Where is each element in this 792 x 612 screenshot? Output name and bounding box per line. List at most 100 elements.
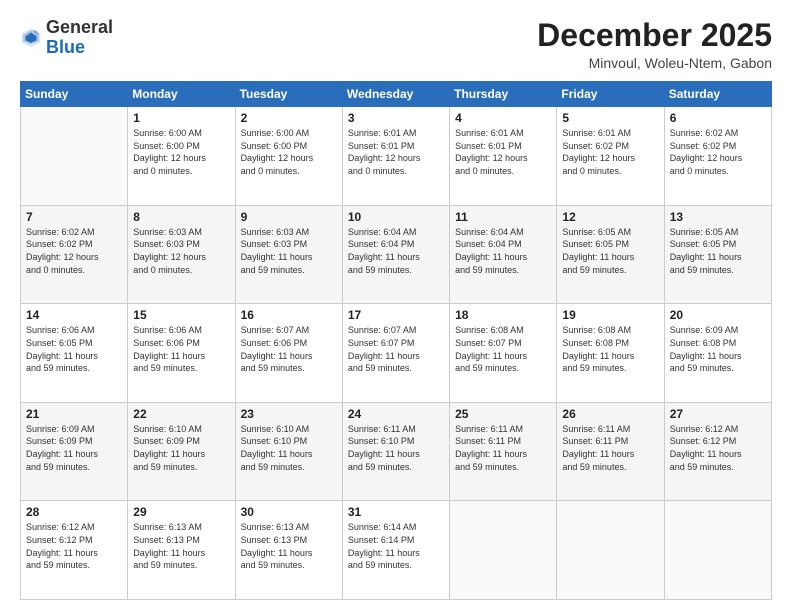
calendar-cell: 5 Sunrise: 6:01 AM Sunset: 6:02 PM Daylig…: [557, 107, 664, 206]
calendar: SundayMondayTuesdayWednesdayThursdayFrid…: [20, 81, 772, 600]
calendar-cell: 14 Sunrise: 6:06 AM Sunset: 6:05 PM Dayli…: [21, 304, 128, 403]
day-info: Sunrise: 6:06 AM Sunset: 6:05 PM Dayligh…: [26, 324, 122, 374]
calendar-cell: 28 Sunrise: 6:12 AM Sunset: 6:12 PM Dayli…: [21, 501, 128, 600]
day-number: 15: [133, 308, 229, 322]
day-number: 18: [455, 308, 551, 322]
day-number: 27: [670, 407, 766, 421]
day-number: 14: [26, 308, 122, 322]
day-number: 8: [133, 210, 229, 224]
day-header-saturday: Saturday: [664, 82, 771, 107]
calendar-cell: 8 Sunrise: 6:03 AM Sunset: 6:03 PM Daylig…: [128, 205, 235, 304]
calendar-week-row: 14 Sunrise: 6:06 AM Sunset: 6:05 PM Dayli…: [21, 304, 772, 403]
calendar-cell: 23Sunrise: 6:10 AM Sunset: 6:10 PM Dayli…: [235, 402, 342, 501]
day-info: Sunrise: 6:08 AM Sunset: 6:08 PM Dayligh…: [562, 324, 658, 374]
calendar-week-row: 28 Sunrise: 6:12 AM Sunset: 6:12 PM Dayli…: [21, 501, 772, 600]
calendar-cell: 18 Sunrise: 6:08 AM Sunset: 6:07 PM Dayli…: [450, 304, 557, 403]
calendar-cell: 2 Sunrise: 6:00 AM Sunset: 6:00 PM Daylig…: [235, 107, 342, 206]
day-info: Sunrise: 6:14 AM Sunset: 6:14 PM Dayligh…: [348, 521, 444, 571]
day-number: 1: [133, 111, 229, 125]
day-info: Sunrise: 6:12 AM Sunset: 6:12 PM Dayligh…: [26, 521, 122, 571]
day-info: Sunrise: 6:05 AM Sunset: 6:05 PM Dayligh…: [562, 226, 658, 276]
day-number: 12: [562, 210, 658, 224]
day-number: 24: [348, 407, 444, 421]
day-number: 7: [26, 210, 122, 224]
calendar-cell: 11 Sunrise: 6:04 AM Sunset: 6:04 PM Dayli…: [450, 205, 557, 304]
logo-general: General: [46, 18, 113, 38]
day-info: Sunrise: 6:01 AM Sunset: 6:02 PM Dayligh…: [562, 127, 658, 177]
title-block: December 2025 Minvoul, Woleu-Ntem, Gabon: [537, 18, 772, 71]
day-number: 28: [26, 505, 122, 519]
day-number: 30: [241, 505, 337, 519]
day-info: Sunrise: 6:11 AM Sunset: 6:11 PM Dayligh…: [455, 423, 551, 473]
day-info: Sunrise: 6:02 AM Sunset: 6:02 PM Dayligh…: [670, 127, 766, 177]
calendar-cell: 13Sunrise: 6:05 AM Sunset: 6:05 PM Dayli…: [664, 205, 771, 304]
day-number: 16: [241, 308, 337, 322]
calendar-cell: 4Sunrise: 6:01 AM Sunset: 6:01 PM Daylig…: [450, 107, 557, 206]
page: General Blue December 2025 Minvoul, Wole…: [0, 0, 792, 612]
calendar-cell: 29Sunrise: 6:13 AM Sunset: 6:13 PM Dayli…: [128, 501, 235, 600]
day-header-monday: Monday: [128, 82, 235, 107]
header: General Blue December 2025 Minvoul, Wole…: [20, 18, 772, 71]
day-info: Sunrise: 6:08 AM Sunset: 6:07 PM Dayligh…: [455, 324, 551, 374]
calendar-cell: 25Sunrise: 6:11 AM Sunset: 6:11 PM Dayli…: [450, 402, 557, 501]
day-header-thursday: Thursday: [450, 82, 557, 107]
day-header-sunday: Sunday: [21, 82, 128, 107]
day-info: Sunrise: 6:07 AM Sunset: 6:06 PM Dayligh…: [241, 324, 337, 374]
calendar-cell: 12 Sunrise: 6:05 AM Sunset: 6:05 PM Dayli…: [557, 205, 664, 304]
day-info: Sunrise: 6:01 AM Sunset: 6:01 PM Dayligh…: [348, 127, 444, 177]
logo-blue: Blue: [46, 38, 113, 58]
day-number: 21: [26, 407, 122, 421]
calendar-cell: 7 Sunrise: 6:02 AM Sunset: 6:02 PM Daylig…: [21, 205, 128, 304]
day-info: Sunrise: 6:04 AM Sunset: 6:04 PM Dayligh…: [455, 226, 551, 276]
calendar-week-row: 1 Sunrise: 6:00 AM Sunset: 6:00 PM Daylig…: [21, 107, 772, 206]
day-number: 5: [562, 111, 658, 125]
day-number: 11: [455, 210, 551, 224]
day-number: 26: [562, 407, 658, 421]
calendar-cell: 22 Sunrise: 6:10 AM Sunset: 6:09 PM Dayli…: [128, 402, 235, 501]
calendar-cell: 26 Sunrise: 6:11 AM Sunset: 6:11 PM Dayli…: [557, 402, 664, 501]
day-number: 10: [348, 210, 444, 224]
day-info: Sunrise: 6:07 AM Sunset: 6:07 PM Dayligh…: [348, 324, 444, 374]
day-number: 2: [241, 111, 337, 125]
day-header-friday: Friday: [557, 82, 664, 107]
calendar-cell: 30 Sunrise: 6:13 AM Sunset: 6:13 PM Dayli…: [235, 501, 342, 600]
calendar-cell: [21, 107, 128, 206]
calendar-cell: 1 Sunrise: 6:00 AM Sunset: 6:00 PM Daylig…: [128, 107, 235, 206]
day-info: Sunrise: 6:03 AM Sunset: 6:03 PM Dayligh…: [133, 226, 229, 276]
day-number: 23: [241, 407, 337, 421]
calendar-cell: [557, 501, 664, 600]
calendar-cell: 16 Sunrise: 6:07 AM Sunset: 6:06 PM Dayli…: [235, 304, 342, 403]
day-header-wednesday: Wednesday: [342, 82, 449, 107]
calendar-cell: 24Sunrise: 6:11 AM Sunset: 6:10 PM Dayli…: [342, 402, 449, 501]
calendar-cell: 19Sunrise: 6:08 AM Sunset: 6:08 PM Dayli…: [557, 304, 664, 403]
day-info: Sunrise: 6:11 AM Sunset: 6:11 PM Dayligh…: [562, 423, 658, 473]
day-number: 3: [348, 111, 444, 125]
calendar-cell: 31Sunrise: 6:14 AM Sunset: 6:14 PM Dayli…: [342, 501, 449, 600]
calendar-cell: 6Sunrise: 6:02 AM Sunset: 6:02 PM Daylig…: [664, 107, 771, 206]
calendar-week-row: 7 Sunrise: 6:02 AM Sunset: 6:02 PM Daylig…: [21, 205, 772, 304]
day-info: Sunrise: 6:04 AM Sunset: 6:04 PM Dayligh…: [348, 226, 444, 276]
day-info: Sunrise: 6:09 AM Sunset: 6:09 PM Dayligh…: [26, 423, 122, 473]
day-info: Sunrise: 6:01 AM Sunset: 6:01 PM Dayligh…: [455, 127, 551, 177]
calendar-week-row: 21 Sunrise: 6:09 AM Sunset: 6:09 PM Dayli…: [21, 402, 772, 501]
calendar-cell: 3 Sunrise: 6:01 AM Sunset: 6:01 PM Daylig…: [342, 107, 449, 206]
day-info: Sunrise: 6:10 AM Sunset: 6:09 PM Dayligh…: [133, 423, 229, 473]
logo: General Blue: [20, 18, 113, 58]
day-info: Sunrise: 6:00 AM Sunset: 6:00 PM Dayligh…: [133, 127, 229, 177]
day-info: Sunrise: 6:03 AM Sunset: 6:03 PM Dayligh…: [241, 226, 337, 276]
calendar-cell: [664, 501, 771, 600]
calendar-cell: 27Sunrise: 6:12 AM Sunset: 6:12 PM Dayli…: [664, 402, 771, 501]
day-info: Sunrise: 6:13 AM Sunset: 6:13 PM Dayligh…: [133, 521, 229, 571]
day-info: Sunrise: 6:00 AM Sunset: 6:00 PM Dayligh…: [241, 127, 337, 177]
day-info: Sunrise: 6:05 AM Sunset: 6:05 PM Dayligh…: [670, 226, 766, 276]
day-number: 17: [348, 308, 444, 322]
calendar-cell: 21 Sunrise: 6:09 AM Sunset: 6:09 PM Dayli…: [21, 402, 128, 501]
day-info: Sunrise: 6:13 AM Sunset: 6:13 PM Dayligh…: [241, 521, 337, 571]
day-number: 9: [241, 210, 337, 224]
day-number: 22: [133, 407, 229, 421]
month-title: December 2025: [537, 18, 772, 53]
location: Minvoul, Woleu-Ntem, Gabon: [537, 55, 772, 71]
logo-icon: [20, 27, 42, 49]
calendar-cell: 15Sunrise: 6:06 AM Sunset: 6:06 PM Dayli…: [128, 304, 235, 403]
day-info: Sunrise: 6:02 AM Sunset: 6:02 PM Dayligh…: [26, 226, 122, 276]
